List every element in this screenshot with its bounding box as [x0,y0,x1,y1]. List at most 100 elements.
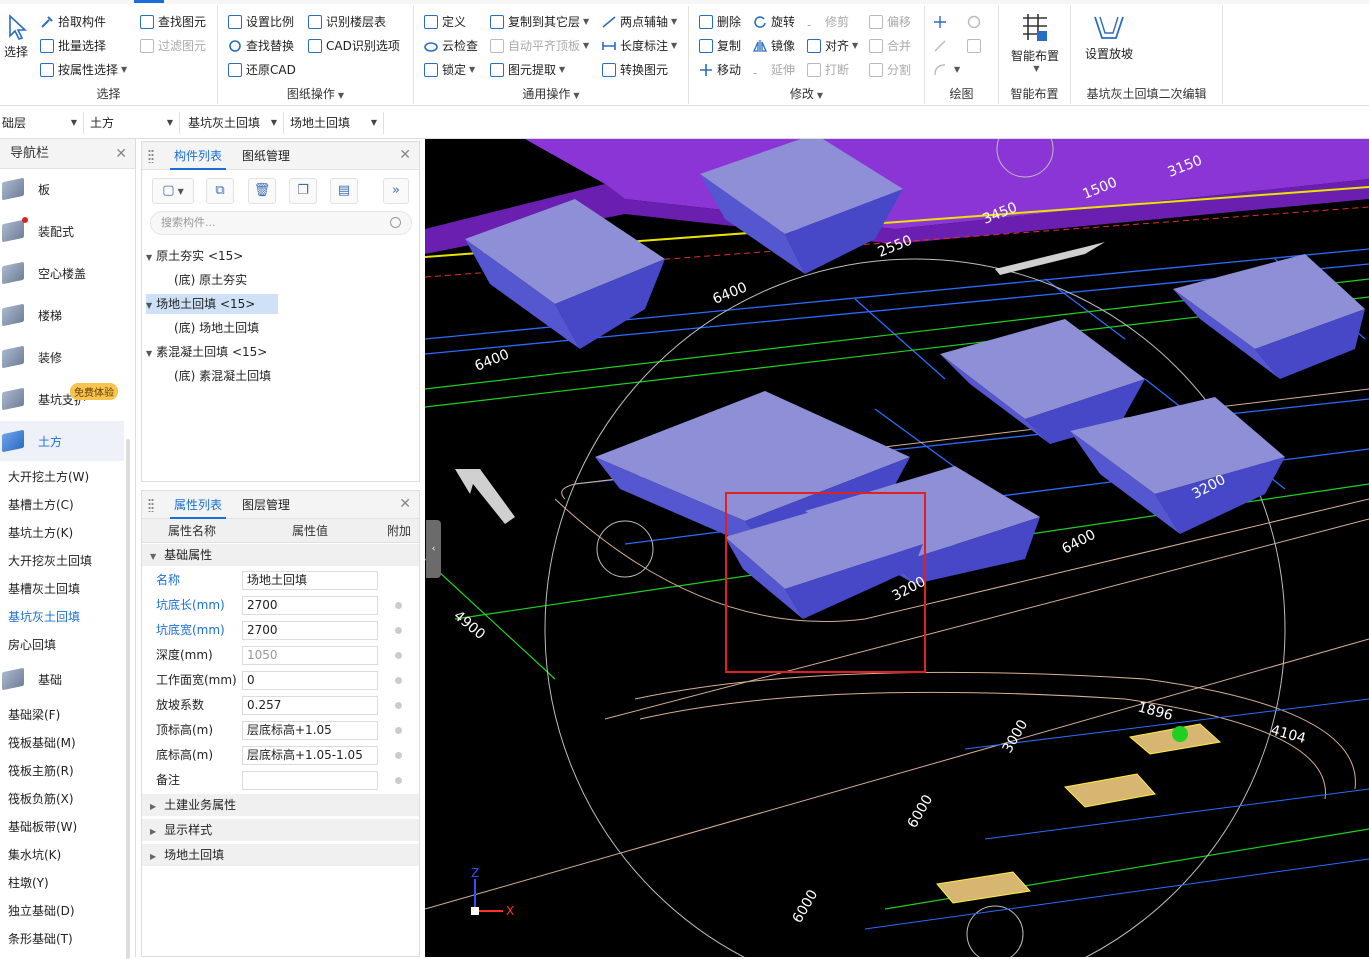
type-combo[interactable]: 基坑灰土回填 ▼ [186,112,284,134]
tree-leaf-row[interactable]: (底) 原土夯实 [174,270,247,290]
nav-item-slab[interactable]: 板 [0,169,124,209]
rotate-button[interactable]: 旋转 [753,12,795,32]
property-section-civil[interactable]: ▶ 土建业务属性 [142,794,419,816]
nav-sub-trench-earth[interactable]: 基槽土方(C) [8,491,74,519]
nav-sub-pit-lime-backfill[interactable]: 基坑灰土回填 [8,603,80,631]
find-replace-button[interactable]: 查找替换 [228,36,294,56]
tab-layer-mgmt[interactable]: 图层管理 [242,491,290,519]
trim-button[interactable]: - 修剪 [807,12,849,32]
tab-property-list[interactable]: 属性列表 [169,491,227,519]
two-point-axis-button[interactable]: 两点辅轴 ▼ [602,12,677,32]
auto-align-button[interactable]: 自动平齐顶板 ▼ [490,36,589,56]
nav-item-stairs[interactable]: 楼梯 [0,295,124,335]
copy-button[interactable]: 复制 [699,36,741,56]
attach-checkbox[interactable] [395,677,402,684]
property-value-field[interactable]: 2700 [242,596,378,615]
nav-sub-sump[interactable]: 集水坑(K) [8,841,61,869]
rect-draw-button[interactable] [967,36,985,56]
lock-button[interactable]: 锁定 ▼ [424,60,475,80]
close-icon[interactable]: ✕ [115,139,127,169]
nav-sub-raft-main-rebar[interactable]: 筏板主筋(R) [8,757,74,785]
collapse-panel-handle[interactable]: ‹ [426,520,441,578]
nav-item-earthwork[interactable]: 土方 [0,421,124,461]
tab-drawing-mgmt[interactable]: 图纸管理 [242,142,290,170]
floor-combo[interactable]: 础层 ▼ [0,112,84,134]
property-value-field[interactable]: 2700 [242,621,378,640]
line-draw-button[interactable] [933,36,951,56]
nav-item-hollow-floor[interactable]: 空心楼盖 [0,253,124,293]
cad-options-button[interactable]: CAD识别选项 [308,36,400,56]
length-dim-button[interactable]: 长度标注 ▼ [602,36,677,56]
tree-group-row[interactable]: ▼ 原土夯实 <15> [146,246,243,266]
free-trial-badge[interactable]: 免费体验 [70,383,118,400]
nav-sub-trench-lime-backfill[interactable]: 基槽灰土回填 [8,575,80,603]
drawing-canvas[interactable]: 3150 1500 3450 2550 6400 6400 6400 3200 … [425,139,1369,957]
property-value-field[interactable]: 0.257 [242,696,378,715]
align-button[interactable]: 对齐 ▼ [807,36,858,56]
arc-draw-button[interactable]: ▼ [933,60,960,80]
attach-checkbox[interactable] [395,702,402,709]
property-section-backfill[interactable]: ▶ 场地土回填 [142,844,419,866]
property-value-field[interactable]: 层底标高+1.05 [242,721,378,740]
nav-sub-pit-earth[interactable]: 基坑土方(K) [8,519,73,547]
nav-sub-pier[interactable]: 柱墩(Y) [8,869,49,897]
attach-checkbox[interactable] [395,602,402,609]
tree-leaf-row[interactable]: (底) 素混凝土回填 [174,366,271,386]
component-combo[interactable]: 场地土回填 ▼ [288,112,384,134]
property-section-basic[interactable]: ▼ 基础属性 [142,544,419,566]
new-component-button[interactable]: ▢ ▼ [152,178,194,204]
split-button[interactable]: 分割 [869,60,911,80]
nav-sub-foundation-strip[interactable]: 基础板带(W) [8,813,77,841]
delete-component-button[interactable]: 🗑 [248,178,276,204]
attach-checkbox[interactable] [395,727,402,734]
nav-sub-strip-foundation[interactable]: 条形基础(T) [8,925,73,953]
layer-copy-button[interactable]: ▤ [330,178,358,204]
batch-select-button[interactable]: 批量选择 [40,36,106,56]
drag-grip-icon[interactable] [148,498,154,512]
property-value-field[interactable]: 层底标高+1.05-1.05 [242,746,378,765]
copy-component-button[interactable]: ⧉ [206,178,234,204]
define-button[interactable]: 定义 [424,12,466,32]
nav-scrollbar[interactable] [126,439,130,959]
select-by-attr-button[interactable]: 按属性选择 ▼ [40,60,127,80]
nav-item-prefab[interactable]: 装配式 [0,211,124,251]
nav-sub-isolated-foundation[interactable]: 独立基础(D) [8,897,75,925]
attach-checkbox[interactable] [395,652,402,659]
restore-cad-button[interactable]: 还原CAD [228,60,296,80]
cloud-check-button[interactable]: 云检查 [424,36,478,56]
break-button[interactable]: 打断 [807,60,849,80]
find-element-button[interactable]: 查找图元 [140,12,206,32]
attach-checkbox[interactable] [395,627,402,634]
copy-to-layer-button[interactable]: 复制到其它层 ▼ [490,12,589,32]
property-value-field[interactable] [242,771,378,790]
delete-button[interactable]: 删除 [699,12,741,32]
nav-item-foundation[interactable]: 基础 [0,659,124,699]
nav-sub-raft-foundation[interactable]: 筏板基础(M) [8,729,76,757]
select-button[interactable]: 选择 [2,14,30,60]
category-combo[interactable]: 土方 ▼ [88,112,180,134]
nav-sub-raft-neg-rebar[interactable]: 筏板负筋(X) [8,785,74,813]
tree-group-row[interactable]: ▼ 素混凝土回填 <15> [146,342,267,362]
property-section-display[interactable]: ▶ 显示样式 [142,819,419,841]
attach-checkbox[interactable] [395,777,402,784]
extend-button[interactable]: - 延伸 [753,60,795,80]
close-icon[interactable]: ✕ [399,147,411,163]
nav-sub-foundation-beam[interactable]: 基础梁(F) [8,701,60,729]
point-draw-button[interactable] [933,12,951,32]
offset-button[interactable]: 偏移 [869,12,911,32]
tree-group-row-selected[interactable]: ▼ 场地土回填 <15> [146,294,278,314]
mirror-button[interactable]: 镜像 [752,36,795,56]
drag-grip-icon[interactable] [148,149,154,163]
convert-button[interactable]: 转换图元 [602,60,668,80]
set-slope-button[interactable]: 设置放坡 [1079,14,1139,62]
set-scale-button[interactable]: 设置比例 [228,12,294,32]
move-button[interactable]: 移动 [699,60,741,80]
nav-sub-open-lime-backfill[interactable]: 大开挖灰土回填 [8,547,92,575]
component-search-input[interactable]: 搜索构件... [150,211,412,235]
property-value-field[interactable]: 1050 [242,646,378,665]
pick-component-button[interactable]: 拾取构件 [40,12,106,32]
tree-leaf-row[interactable]: (底) 场地土回填 [174,318,259,338]
extract-button[interactable]: 图元提取 ▼ [490,60,565,80]
property-value-field[interactable]: 0 [242,671,378,690]
more-button[interactable]: » [383,178,409,204]
